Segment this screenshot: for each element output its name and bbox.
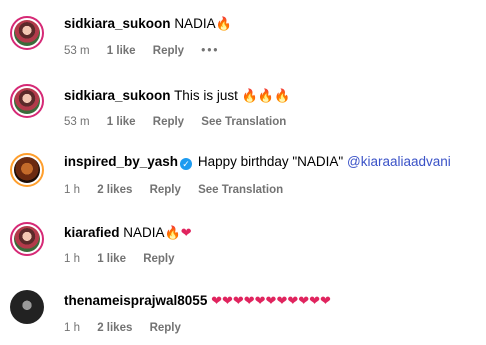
- see-translation-button[interactable]: See Translation: [201, 116, 286, 128]
- more-options-icon[interactable]: •••: [201, 45, 219, 57]
- username-link[interactable]: sidkiara_sukoon: [64, 16, 171, 31]
- likes-count[interactable]: 2 likes: [97, 184, 132, 196]
- verified-badge-icon: ✓: [180, 158, 193, 170]
- reply-button[interactable]: Reply: [153, 45, 184, 57]
- comment-meta: 1 h 1 like Reply: [64, 252, 189, 266]
- timestamp: 1 h: [64, 253, 80, 265]
- avatar[interactable]: [10, 16, 44, 50]
- avatar[interactable]: [10, 222, 44, 256]
- username-link[interactable]: thenameisprajwal8055: [64, 293, 207, 308]
- comment-meta: 1 h 2 likes Reply See Translation: [64, 183, 297, 197]
- fire-emoji: 🔥: [215, 17, 232, 32]
- reply-button[interactable]: Reply: [150, 322, 181, 334]
- timestamp: 53 m: [64, 45, 90, 57]
- likes-count[interactable]: 1 like: [107, 116, 136, 128]
- comment-meta: 53 m 1 like Reply •••: [64, 44, 233, 58]
- comment-meta: 1 h 2 likes Reply: [64, 321, 195, 335]
- avatar[interactable]: [10, 153, 44, 187]
- timestamp: 1 h: [64, 322, 80, 334]
- comment-text: This is just: [174, 88, 238, 103]
- username-link[interactable]: inspired_by_yash: [64, 154, 178, 169]
- heart-emoji: ❤❤❤❤❤❤❤❤❤❤❤: [211, 294, 331, 309]
- likes-count[interactable]: 2 likes: [97, 322, 132, 334]
- likes-count[interactable]: 1 like: [107, 45, 136, 57]
- username-link[interactable]: kiarafied: [64, 225, 120, 240]
- comment-line: sidkiara_sukoon NADIA🔥: [64, 15, 232, 34]
- username-link[interactable]: sidkiara_sukoon: [64, 88, 171, 103]
- comment-text: NADIA: [174, 16, 216, 31]
- comment-text: Happy birthday "NADIA": [197, 154, 344, 169]
- comment-line: sidkiara_sukoon This is just 🔥🔥🔥: [64, 87, 290, 106]
- comment-line: thenameisprajwal8055 ❤❤❤❤❤❤❤❤❤❤❤: [64, 292, 331, 311]
- comment-meta: 53 m 1 like Reply See Translation: [64, 115, 300, 129]
- comment-line: kiarafied NADIA🔥❤: [64, 224, 192, 243]
- comment-line: inspired_by_yash ✓ Happy birthday "NADIA"…: [64, 153, 451, 171]
- timestamp: 1 h: [64, 184, 80, 196]
- comment-text: NADIA: [123, 225, 165, 240]
- reply-button[interactable]: Reply: [153, 116, 184, 128]
- reply-button[interactable]: Reply: [143, 253, 174, 265]
- reply-button[interactable]: Reply: [150, 184, 181, 196]
- see-translation-button[interactable]: See Translation: [198, 184, 283, 196]
- avatar[interactable]: [10, 84, 44, 118]
- timestamp: 53 m: [64, 116, 90, 128]
- fire-emoji: 🔥: [164, 226, 181, 241]
- fire-emoji: 🔥🔥🔥: [241, 89, 291, 104]
- mention-link[interactable]: @kiaraaliaadvani: [347, 154, 451, 169]
- likes-count[interactable]: 1 like: [97, 253, 126, 265]
- heart-emoji: ❤: [180, 226, 192, 241]
- avatar[interactable]: [10, 290, 44, 324]
